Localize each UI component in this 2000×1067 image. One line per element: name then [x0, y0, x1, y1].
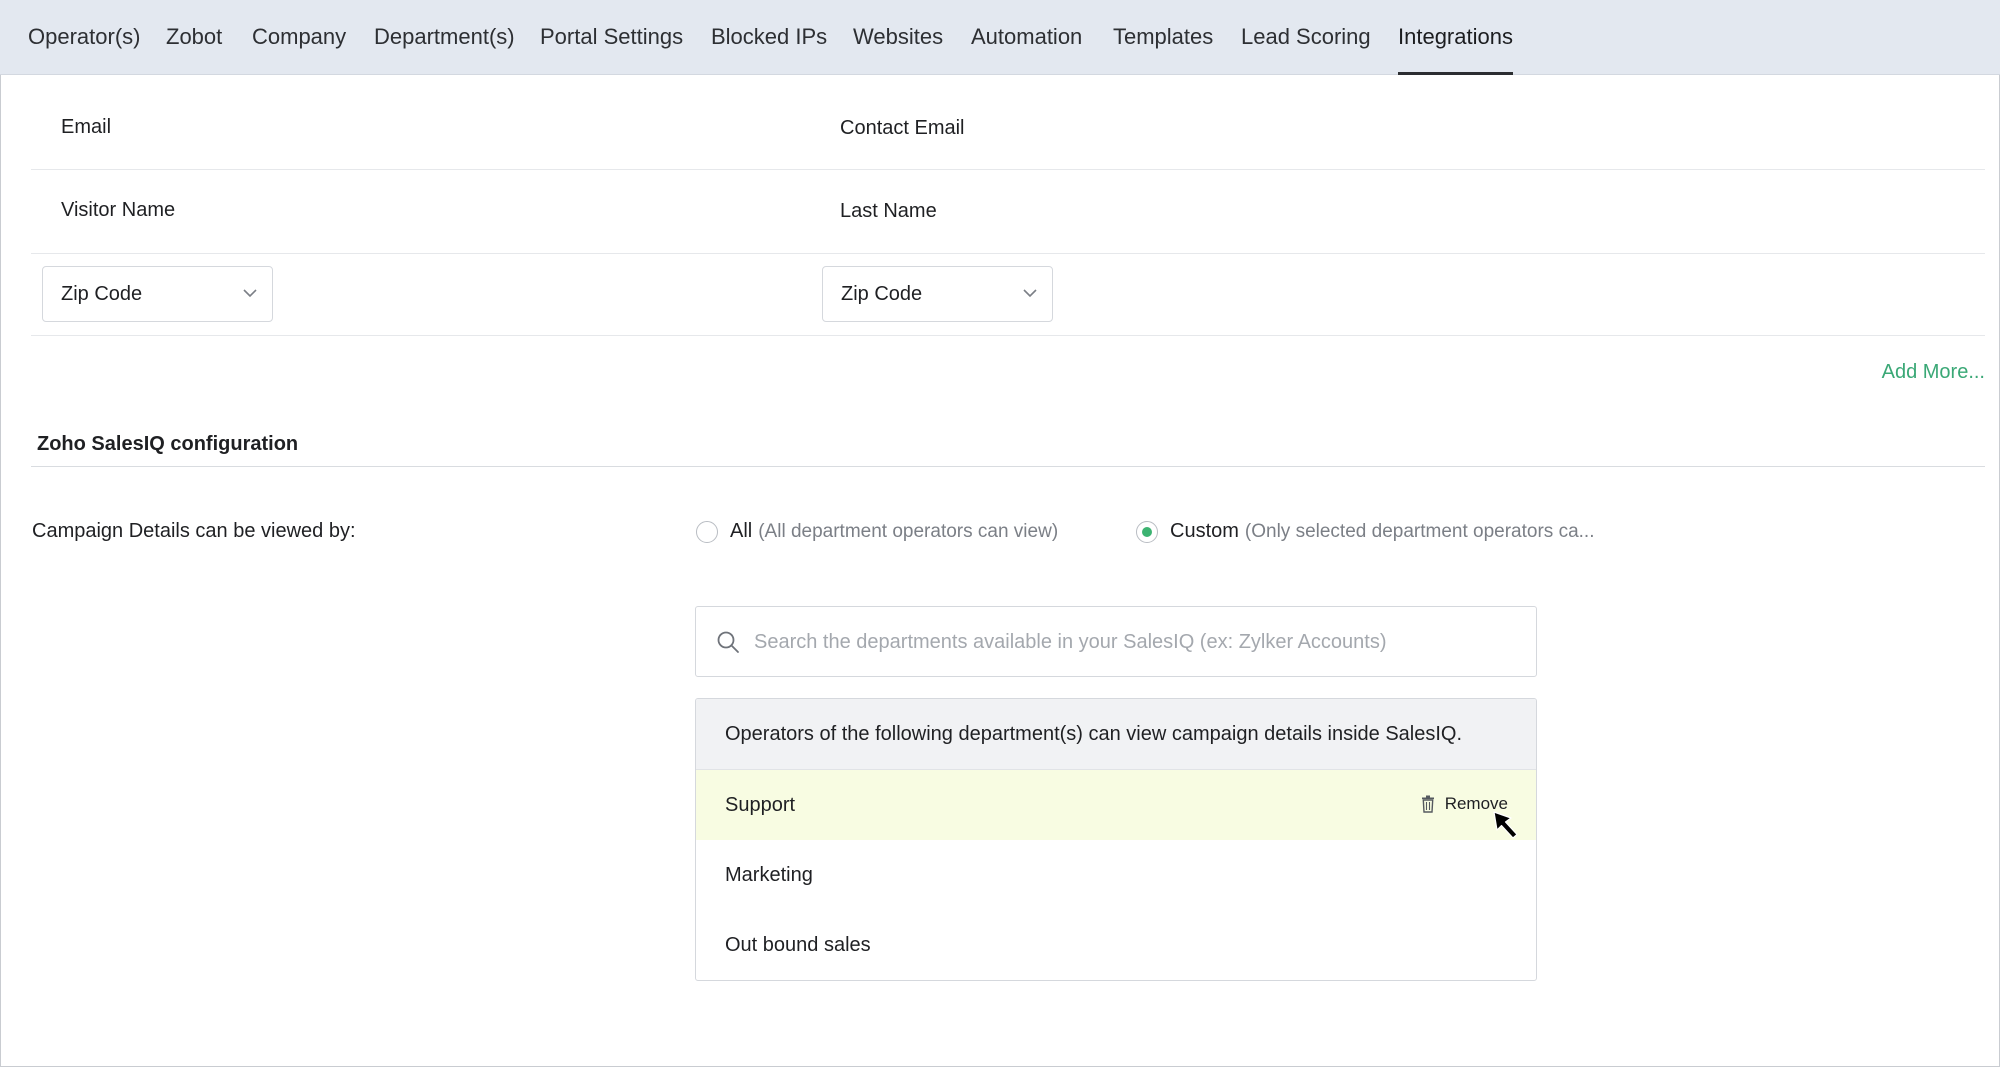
- add-more-link[interactable]: Add More...: [1882, 361, 1985, 384]
- radio-all[interactable]: [696, 520, 718, 543]
- chevron-down-icon: [243, 289, 257, 298]
- chevron-down-icon: [1023, 289, 1037, 298]
- crm-field-label: Email: [61, 116, 112, 138]
- salesiq-field-label: Contact Email: [840, 117, 965, 139]
- tab-blocked-ips[interactable]: Blocked IPs: [711, 0, 827, 75]
- radio-custom-option[interactable]: Custom (Only selected department operato…: [1136, 520, 1594, 543]
- select-value: Zip Code: [61, 283, 143, 305]
- tab-lead-scoring[interactable]: Lead Scoring: [1241, 0, 1371, 75]
- department-name: Support: [725, 794, 796, 816]
- campaign-visibility-label: Campaign Details can be viewed by:: [32, 520, 356, 542]
- trash-icon: [1421, 795, 1434, 813]
- tab-portal-settings[interactable]: Portal Settings: [540, 0, 683, 75]
- remove-label: Remove: [1444, 794, 1508, 813]
- department-list-header: Operators of the following department(s)…: [696, 699, 1536, 770]
- select-value: Zip Code: [841, 283, 923, 305]
- radio-all-hint: (All department operators can view): [758, 520, 1059, 542]
- list-item[interactable]: Out bound sales: [696, 910, 1536, 980]
- remove-button[interactable]: Remove: [1421, 794, 1508, 814]
- department-list-header-text: Operators of the following department(s)…: [725, 723, 1463, 745]
- tab-integrations[interactable]: Integrations: [1398, 0, 1513, 75]
- mapping-row-custom: Zip Code Zip Code: [31, 254, 1985, 336]
- radio-all-label: All: [730, 520, 753, 542]
- mapping-row-email: Email Contact Email: [31, 86, 1985, 170]
- list-item[interactable]: Marketing: [696, 840, 1536, 910]
- mapping-row-name: Visitor Name Last Name: [31, 170, 1985, 254]
- radio-custom-hint: (Only selected department operators ca..…: [1244, 520, 1595, 542]
- tab-templates[interactable]: Templates: [1113, 0, 1213, 75]
- department-search: [695, 606, 1537, 677]
- salesiq-field-select[interactable]: Zip Code: [822, 266, 1053, 322]
- crm-field-select[interactable]: Zip Code: [42, 266, 273, 322]
- list-item[interactable]: Support Remove: [696, 770, 1536, 840]
- tab-automation[interactable]: Automation: [971, 0, 1082, 75]
- department-name: Marketing: [725, 864, 813, 886]
- crm-field-label: Visitor Name: [61, 199, 176, 221]
- tab-company[interactable]: Company: [252, 0, 346, 75]
- radio-all-option[interactable]: All (All department operators can view): [696, 520, 1058, 543]
- tab-departments[interactable]: Department(s): [374, 0, 515, 75]
- radio-custom-label: Custom: [1170, 520, 1239, 542]
- section-title: Zoho SalesIQ configuration: [37, 433, 299, 455]
- radio-custom[interactable]: [1136, 520, 1158, 543]
- salesiq-field-label: Last Name: [840, 200, 937, 222]
- selected-departments-list: Operators of the following department(s)…: [695, 698, 1537, 981]
- tab-websites[interactable]: Websites: [853, 0, 943, 75]
- settings-tab-bar: Operator(s) Zobot Company Department(s) …: [0, 0, 2000, 75]
- tab-operators[interactable]: Operator(s): [28, 0, 140, 75]
- department-search-input[interactable]: [754, 625, 1514, 659]
- department-name: Out bound sales: [725, 934, 871, 956]
- tab-zobot[interactable]: Zobot: [166, 0, 222, 75]
- section-divider: [31, 466, 1985, 467]
- search-icon: [717, 631, 739, 653]
